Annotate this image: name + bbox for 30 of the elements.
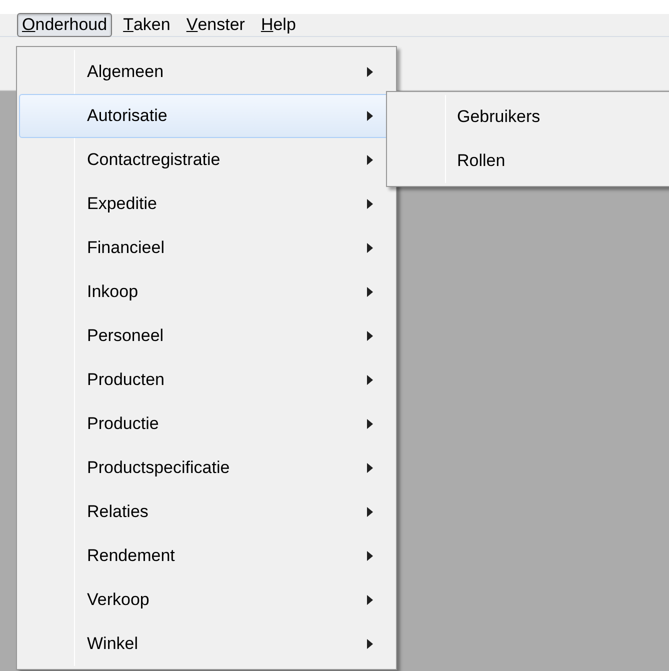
- submenu-arrow-icon: [367, 419, 373, 429]
- menu-bar-item[interactable]: Taken: [118, 13, 176, 37]
- menu-item[interactable]: Productie: [19, 402, 394, 446]
- menu-bar-item[interactable]: Venster: [181, 13, 250, 37]
- submenu-arrow-icon: [367, 507, 373, 517]
- submenu-arrow-icon: [367, 331, 373, 341]
- submenu-arrow-icon: [367, 111, 373, 121]
- menu-item[interactable]: Verkoop: [19, 578, 394, 622]
- menu-item[interactable]: Productspecificatie: [19, 446, 394, 490]
- submenu-arrow-icon: [367, 155, 373, 165]
- menu-item[interactable]: Rendement: [19, 534, 394, 578]
- submenu-arrow-icon: [367, 287, 373, 297]
- menu-item[interactable]: Producten: [19, 358, 394, 402]
- submenu-arrow-icon: [367, 375, 373, 385]
- menu-item[interactable]: Winkel: [19, 622, 394, 666]
- submenu-arrow-icon: [367, 463, 373, 473]
- menu-item[interactable]: Relaties: [19, 490, 394, 534]
- submenu-arrow-icon: [367, 243, 373, 253]
- submenu-arrow-icon: [367, 595, 373, 605]
- submenu-arrow-icon: [367, 551, 373, 561]
- menu-item[interactable]: Financieel: [19, 226, 394, 270]
- menu-bar-item[interactable]: Onderhoud: [17, 13, 112, 37]
- menu-item[interactable]: Inkoop: [19, 270, 394, 314]
- submenu-arrow-icon: [367, 199, 373, 209]
- submenu-arrow-icon: [367, 639, 373, 649]
- menu-item[interactable]: Algemeen: [19, 50, 394, 94]
- submenu-arrow-icon: [367, 67, 373, 77]
- menu-item[interactable]: Expeditie: [19, 182, 394, 226]
- menu-bar-item[interactable]: Help: [256, 13, 301, 37]
- menu-item[interactable]: Personeel: [19, 314, 394, 358]
